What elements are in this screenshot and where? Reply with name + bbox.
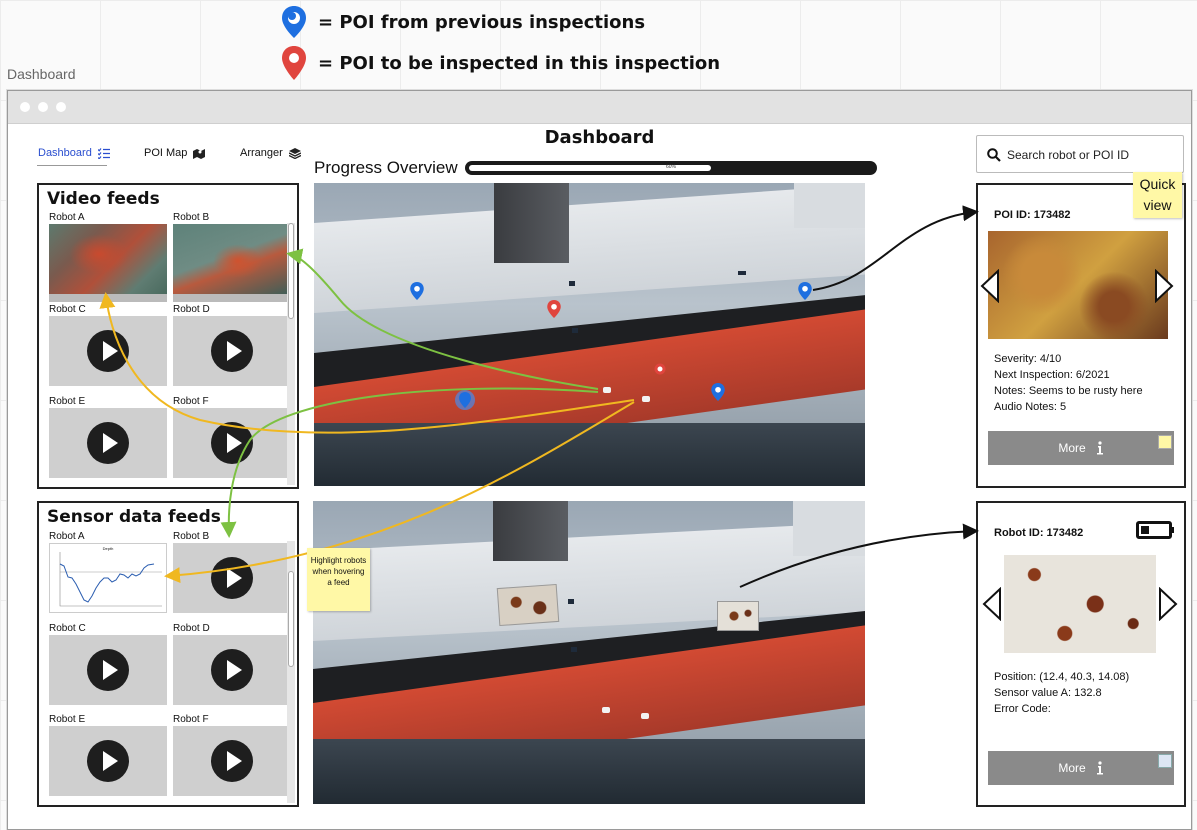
yellow-arrow [164, 401, 635, 584]
green-arrow [220, 387, 599, 538]
black-arrow [812, 205, 979, 291]
annotation-arrows [99, 205, 979, 588]
yellow-arrow [99, 292, 635, 434]
highlight-sticky-note: Highlight robots when hovering a feed [307, 548, 370, 611]
black-arrow [739, 523, 979, 588]
quick-view-sticky-note: Quick view [1133, 172, 1182, 218]
green-arrow [286, 248, 599, 390]
